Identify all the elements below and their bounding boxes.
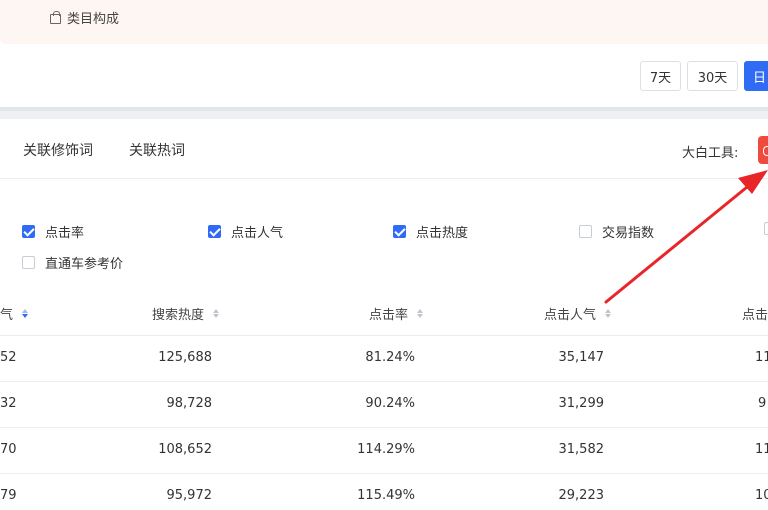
red-annotation-arrow-icon (604, 170, 768, 304)
page: 类目构成 7天 30天 日 关联修饰词 关联热词 大白工具: 点击率 点击人气 … (0, 0, 768, 510)
